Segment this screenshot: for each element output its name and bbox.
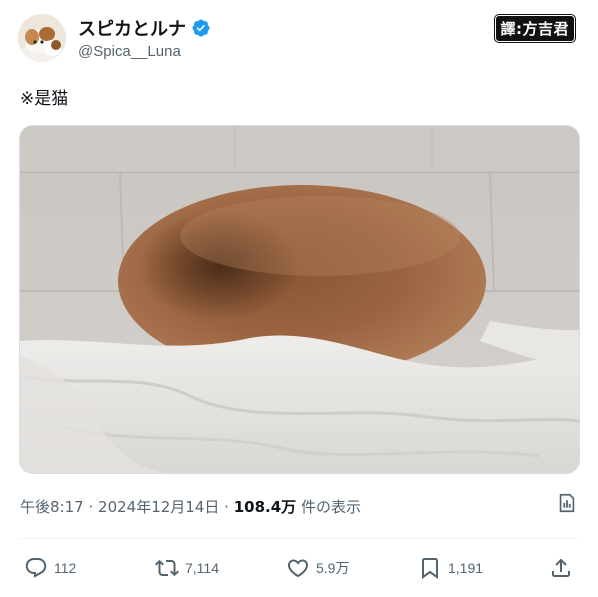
translator-label: 譯:方吉君 (500, 20, 569, 38)
retweet-button[interactable]: 7,114 (155, 556, 219, 580)
divider (20, 538, 578, 539)
author-info[interactable]: スピカとルナ @Spica__Luna (78, 16, 211, 60)
share-button[interactable] (549, 556, 573, 580)
tweet-card: スピカとルナ @Spica__Luna 譯:方吉君 ※是猫 午後8:17 · 2… (0, 0, 598, 597)
meta-separator: · (88, 498, 94, 516)
retweet-icon (155, 559, 179, 577)
verified-badge-icon (191, 18, 211, 38)
reply-button[interactable]: 112 (24, 556, 76, 580)
cat-photo (20, 126, 579, 473)
views-label: 件の表示 (300, 498, 361, 516)
reply-icon (25, 558, 47, 578)
avatar[interactable] (18, 14, 66, 62)
bookmark-button[interactable]: 1,191 (418, 556, 483, 580)
avatar-image (18, 14, 66, 62)
tweet-photo[interactable] (19, 125, 580, 474)
retweet-count: 7,114 (185, 560, 219, 576)
tweet-meta: 午後8:17 · 2024年12月14日 · 108.4万 件の表示 (20, 496, 361, 517)
like-count: 5.9万 (316, 560, 350, 576)
like-button[interactable]: 5.9万 (286, 556, 349, 580)
translator-badge: 譯:方吉君 (495, 16, 574, 41)
heart-icon (287, 559, 309, 578)
display-name[interactable]: スピカとルナ (78, 15, 186, 41)
handle[interactable]: @Spica__Luna (78, 43, 211, 60)
tweet-date[interactable]: 2024年12月14日 (98, 498, 219, 516)
views-count: 108.4万 (233, 498, 297, 516)
analytics-icon[interactable] (556, 492, 578, 514)
tweet-time[interactable]: 午後8:17 (20, 498, 84, 516)
share-icon (552, 558, 570, 577)
display-name-row: スピカとルナ (78, 16, 211, 40)
meta-separator: · (224, 498, 229, 516)
bookmark-count: 1,191 (448, 560, 484, 576)
tweet-text: ※是猫 (20, 89, 69, 109)
bookmark-icon (422, 558, 438, 579)
reply-count: 112 (54, 560, 77, 576)
action-bar: 112 7,114 5.9万 1,191 (0, 552, 598, 586)
